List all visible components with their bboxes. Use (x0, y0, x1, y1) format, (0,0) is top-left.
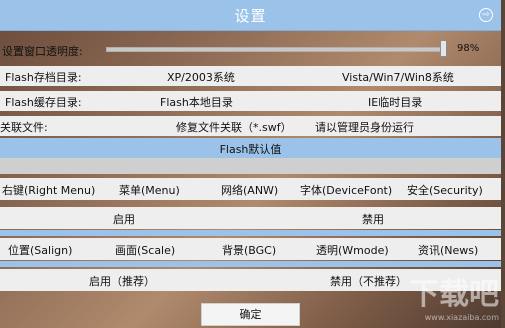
flash-cache-dir-local-option[interactable]: Flash本地目录 (160, 94, 233, 110)
tab-wmode[interactable]: 透明(Wmode) (316, 242, 389, 258)
flash-cache-dir-ie-option[interactable]: IE临时目录 (368, 94, 422, 110)
settings-dialog: 设置 ⇨ 设置窗口透明度: 98% Flash存档目录: XP/2003系统 V… (0, 0, 505, 328)
repair-assoc-button[interactable]: 修复文件关联（*.swf） (176, 119, 292, 135)
transparency-slider-track[interactable] (106, 47, 445, 52)
tab-device-font[interactable]: 字体(DeviceFont) (300, 182, 392, 198)
separator-bar (0, 158, 501, 174)
flash-defaults-header: Flash默认值 (0, 138, 501, 158)
flash-save-dir-row: Flash存档目录: XP/2003系统 Vista/Win7/Win8系统 (0, 66, 501, 86)
tab-security[interactable]: 安全(Security) (407, 182, 483, 198)
separator-blue-2 (0, 261, 501, 267)
flash-save-dir-vista-option[interactable]: Vista/Win7/Win8系统 (342, 69, 454, 85)
separator-blue (0, 230, 501, 236)
tab-right-menu[interactable]: 右键(Right Menu) (2, 182, 95, 198)
enable-disable-row: 启用 禁用 (0, 207, 501, 229)
disable-not-recommended-option[interactable]: 禁用（不推荐） (330, 273, 407, 289)
flash-cache-dir-row: Flash缓存目录: Flash本地目录 IE临时目录 (0, 91, 501, 111)
tab-salign[interactable]: 位置(Salign) (8, 242, 72, 258)
close-icon[interactable]: ⇨ (479, 8, 493, 22)
menu-options-row: 右键(Right Menu) 菜单(Menu) 网络(ANW) 字体(Devic… (0, 178, 501, 200)
tab-menu[interactable]: 菜单(Menu) (119, 182, 180, 198)
transparency-value: 98% (457, 43, 480, 54)
flash-save-dir-xp-option[interactable]: XP/2003系统 (167, 69, 235, 85)
watermark-text: 下载吧 (409, 277, 499, 312)
title-bar: 设置 ⇨ (0, 0, 501, 31)
ok-button[interactable]: 确定 (201, 303, 300, 326)
run-as-admin-note: 请以管理员身份运行 (315, 121, 414, 134)
transparency-label: 设置窗口透明度: (2, 45, 83, 58)
file-assoc-label: 关联文件: (0, 121, 48, 134)
dialog-title: 设置 (234, 7, 267, 25)
flash-save-dir-label: Flash存档目录: (5, 71, 82, 84)
enable-option[interactable]: 启用 (113, 211, 135, 227)
enable-recommended-option[interactable]: 启用（推荐） (89, 273, 155, 289)
disable-option[interactable]: 禁用 (362, 211, 384, 227)
scrollbar[interactable] (501, 0, 505, 328)
tab-network[interactable]: 网络(ANW) (221, 182, 278, 198)
tab-scale[interactable]: 画面(Scale) (115, 242, 175, 258)
display-options-row: 位置(Salign) 画面(Scale) 背景(BGC) 透明(Wmode) 资… (0, 238, 501, 260)
watermark-url: www.xiazaiba.com (424, 313, 499, 322)
watermark-logo: 下载吧 www.xiazaiba.com (409, 269, 499, 322)
tab-bgc[interactable]: 背景(BGC) (222, 242, 276, 258)
file-assoc-row: 关联文件: 修复文件关联（*.swf） 请以管理员身份运行 (0, 116, 501, 136)
flash-cache-dir-label: Flash缓存目录: (5, 96, 82, 109)
tab-news[interactable]: 资讯(News) (418, 242, 478, 258)
flash-defaults-title: Flash默认值 (219, 143, 282, 156)
transparency-slider-thumb[interactable] (440, 40, 447, 57)
